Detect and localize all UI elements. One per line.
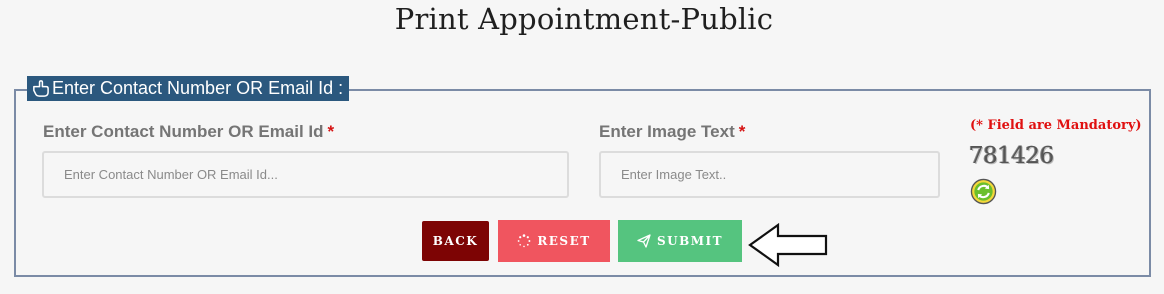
reset-button[interactable]: RESET <box>498 220 610 262</box>
spinner-icon <box>518 234 531 248</box>
page-title: Print Appointment-Public <box>394 2 774 36</box>
reset-button-label: RESET <box>537 234 591 248</box>
submit-button[interactable]: SUBMIT <box>618 220 742 262</box>
legend-label: Enter Contact Number OR Email Id : <box>52 78 344 98</box>
back-button-label: BACK <box>432 234 479 248</box>
contact-field-label: Enter Contact Number OR Email Id * <box>43 122 334 142</box>
fieldset-legend: Enter Contact Number OR Email Id : <box>27 76 350 101</box>
submit-button-label: SUBMIT <box>656 234 724 248</box>
captcha-image: 781426 <box>969 143 1054 169</box>
hand-pointing-icon <box>33 80 49 97</box>
mandatory-note: (* Field are Mandatory) <box>970 118 1142 133</box>
image-text-label-text: Enter Image Text <box>599 122 735 141</box>
arrow-left-icon <box>748 223 828 268</box>
refresh-icon[interactable] <box>970 178 997 205</box>
required-mark: * <box>738 122 746 141</box>
contact-label-text: Enter Contact Number OR Email Id <box>43 122 324 141</box>
paper-plane-icon <box>637 234 651 248</box>
back-button[interactable]: BACK <box>422 221 489 261</box>
contact-input[interactable] <box>42 151 569 198</box>
image-text-field-label: Enter Image Text * <box>599 122 745 142</box>
required-mark: * <box>327 122 335 141</box>
image-text-input[interactable] <box>599 151 940 198</box>
